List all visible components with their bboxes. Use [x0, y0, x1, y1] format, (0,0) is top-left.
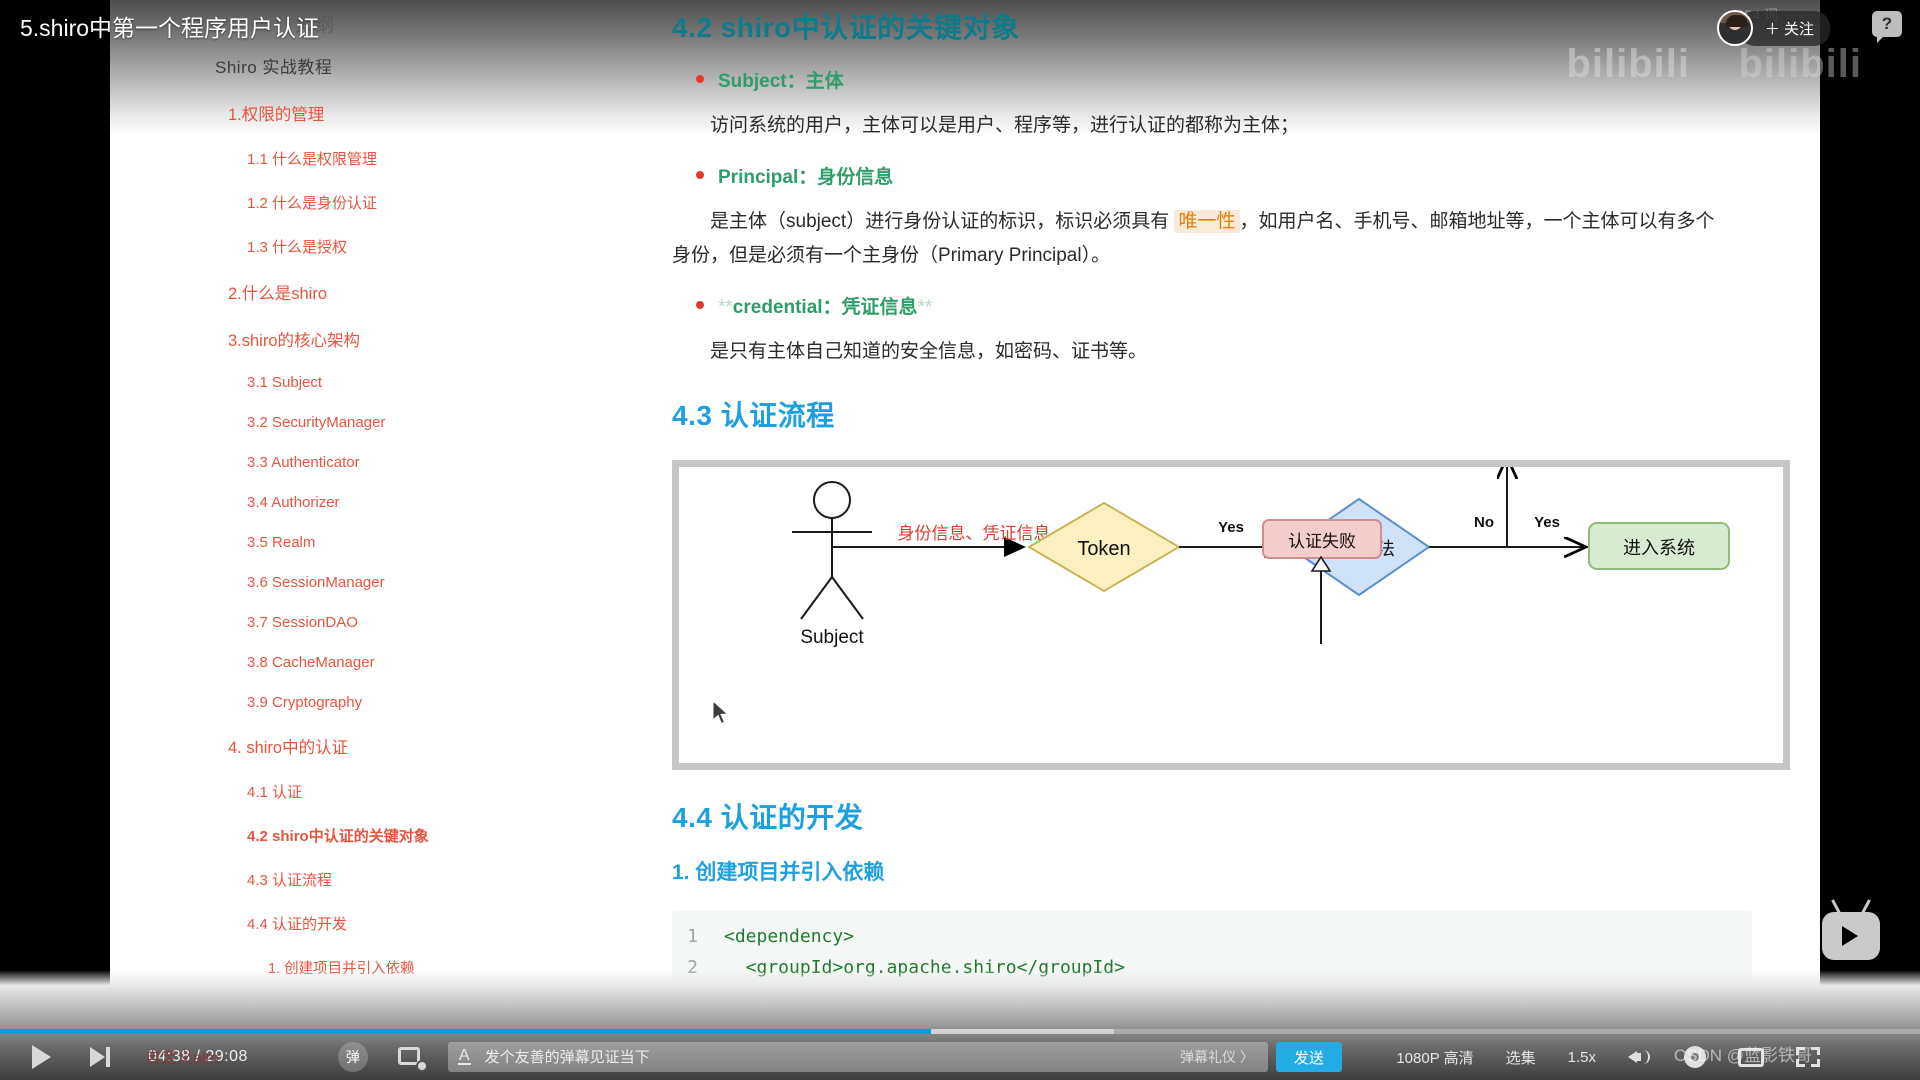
heading-4-2: 4.2 shiro中认证的关键对象: [672, 12, 1020, 43]
outline-item-4[interactable]: 2.什么是shiro: [228, 280, 430, 304]
fail-arrow-outline: [1310, 556, 1332, 572]
outline-item-15[interactable]: 4. shiro中的认证: [228, 734, 430, 758]
outline-item-5[interactable]: 3.shiro的核心架构: [228, 327, 430, 351]
outline-item-0[interactable]: 1.权限的管理: [228, 101, 430, 125]
avatar[interactable]: [1716, 10, 1753, 46]
heading-4-4: 4.4 认证的开发: [672, 802, 864, 833]
outline-doc-title: Shiro 实战教程: [215, 58, 333, 77]
outline-item-3[interactable]: 1.3 什么是授权: [247, 236, 430, 257]
controls-right-group: 1080P 高清 选集 1.5x: [1364, 1046, 1920, 1068]
outline-item-16[interactable]: 4.1 认证: [247, 781, 430, 802]
danmaku-etiquette-link[interactable]: 弹幕礼仪 〉: [1180, 1047, 1254, 1067]
bilibili-watermark-text-2: bilibili: [1738, 42, 1862, 86]
outline-item-2[interactable]: 1.2 什么是身份认证: [247, 192, 430, 213]
code-line: 3 <artifactId>shiro-core</artifactId>: [672, 984, 1752, 1015]
edge-label-credentials: 身份信息、凭证信息: [898, 524, 1051, 543]
quality-selector[interactable]: 1080P 高清: [1396, 1047, 1473, 1068]
bullet-credential: **credential：凭证信息**: [696, 292, 1780, 319]
danmaku-toggle[interactable]: 弹: [337, 1042, 368, 1072]
outline-item-11[interactable]: 3.6 SessionManager: [247, 574, 430, 591]
outline-item-7[interactable]: 3.2 SecurityManager: [247, 414, 430, 431]
play-button[interactable]: [18, 1034, 64, 1080]
highlight-unique: 唯一性: [1174, 210, 1240, 234]
danmaku-input-wrap[interactable]: A 弹幕礼仪 〉: [447, 1042, 1268, 1072]
danmaku-input[interactable]: [484, 1048, 1181, 1066]
bilibili-watermark-2: bilibili: [1738, 42, 1862, 87]
font-style-icon[interactable]: A: [457, 1048, 471, 1065]
outline-item-9[interactable]: 3.4 Authorizer: [247, 494, 430, 511]
node-fail-box: 认证失败: [1262, 519, 1382, 559]
bilibili-tv-icon: [1822, 912, 1880, 960]
volume-icon[interactable]: [1628, 1046, 1652, 1068]
next-episode-button[interactable]: [80, 1034, 120, 1080]
code-line-number: 1: [687, 926, 698, 947]
paragraph-principal-part1: 是主体（subject）进行身份认证的标识，标识必须具有: [710, 211, 1175, 233]
mouse-cursor: [712, 700, 729, 725]
bullet-stars-before-2: **: [718, 296, 733, 318]
node-subject-label: Subject: [800, 627, 864, 648]
edge-label-yes-2: Yes: [1534, 514, 1560, 531]
paragraph-subject: 访问系统的用户，主体可以是用户、程序等，进行认证的都称为主体；: [710, 115, 1300, 136]
player-controls: 04:38 / 29:08 弹 A 弹幕礼仪 〉 发送 1080P 高清 选集 …: [0, 1034, 1920, 1080]
node-token: Token: [1027, 501, 1181, 593]
outline-item-21[interactable]: 2. 引入shiro配置文件并加入如下配置: [268, 1001, 504, 1022]
outline-item-12[interactable]: 3.7 SessionDAO: [247, 614, 430, 631]
node-subject: Subject: [792, 481, 872, 648]
code-line-text: <groupId>org.apache.shiro</groupId>: [724, 956, 1125, 978]
node-token-label: Token: [1077, 538, 1130, 560]
danmaku-send-button[interactable]: 发送: [1275, 1042, 1342, 1072]
paragraph-principal: 是主体（subject）进行身份认证的标识，标识必须具有 唯一性 ，如用户名、手机…: [672, 205, 1732, 272]
burned-in-text: 自定义alm: [145, 1050, 219, 1067]
danmaku-style-icon[interactable]: [397, 1045, 428, 1072]
bullet-label-2: credential：凭证信息: [732, 296, 918, 318]
slide-title: 5.shiro中第一个程序用户认证: [20, 15, 320, 41]
outline-list[interactable]: 1.权限的管理 1.1 什么是权限管理 1.2 什么是身份认证 1.3 什么是授权 2.…: [110, 101, 504, 1066]
help-icon[interactable]: ?: [1872, 11, 1902, 43]
bullet-label-0: Subject：主体: [718, 71, 844, 92]
bullet-principal: Principal：身份信息: [696, 162, 1780, 189]
node-enter: 进入系统: [1588, 522, 1730, 570]
edge-label-yes-1: Yes: [1218, 519, 1244, 536]
code-line: 2 <groupId>org.apache.shiro</groupId>: [672, 953, 1752, 984]
outline-sidebar[interactable]: 大纲 Shiro 实战教程 1.权限的管理 1.1 什么是权限管理 1.2 什么是身…: [110, 0, 504, 1080]
play-icon: [31, 1045, 51, 1069]
bullet-stars-after-2: **: [917, 296, 933, 318]
code-line-number: 2: [687, 956, 698, 978]
outline-item-17[interactable]: 4.2 shiro中认证的关键对象: [247, 825, 430, 846]
edge-label-no: No: [1474, 514, 1494, 531]
outline-item-20[interactable]: 1. 创建项目并引入依赖: [268, 957, 430, 978]
code-line: 1 <dependency>: [672, 922, 1752, 953]
heading-4-4-1: 1. 创建项目并引入依赖: [672, 861, 885, 884]
node-enter-label: 进入系统: [1623, 538, 1695, 558]
episodes-button[interactable]: 选集: [1506, 1047, 1536, 1068]
heading-4-3: 4.3 认证流程: [672, 400, 835, 431]
outline-item-19[interactable]: 4.4 认证的开发: [247, 913, 430, 934]
playback-speed-button[interactable]: 1.5x: [1568, 1049, 1596, 1066]
code-line-text: <artifactId>shiro-core</artifactId>: [724, 987, 1125, 1009]
csdn-watermark: CSDN @蓝影铁哥: [1673, 1046, 1812, 1065]
outline-item-10[interactable]: 3.5 Realm: [247, 534, 430, 551]
video-player-stage: 大纲 Shiro 实战教程 1.权限的管理 1.1 什么是权限管理 1.2 什么是身…: [0, 0, 1920, 1080]
uploader-follow-group[interactable]: ＋ 关注: [1716, 10, 1830, 46]
bullet-label-1: Principal：身份信息: [718, 167, 894, 189]
auth-flow-diagram: Subject 身份信息、凭证信息 Token Yes No Yes 进入系统: [672, 460, 1790, 770]
left-letterbox: [0, 0, 110, 1080]
document-content: 4.2 shiro中认证的关键对象 Subject：主体 访问系统的用户，主体可…: [540, 0, 1800, 1080]
bilibili-watermark-1: bilibili: [1566, 42, 1690, 87]
outline-item-14[interactable]: 3.9 Cryptography: [247, 694, 430, 711]
node-fail-label: 认证失败: [1288, 531, 1356, 551]
code-line-number: 3: [687, 987, 698, 1009]
paragraph-credential: 是只有主体自己知道的安全信息，如密码、证书等。: [710, 340, 1148, 362]
outline-item-18[interactable]: 4.3 认证流程: [247, 869, 430, 890]
outline-item-1[interactable]: 1.1 什么是权限管理: [247, 148, 430, 169]
video-frame[interactable]: 大纲 Shiro 实战教程 1.权限的管理 1.1 什么是权限管理 1.2 什么是身…: [0, 0, 1920, 1080]
code-line-text: <dependency>: [724, 926, 855, 947]
outline-item-8[interactable]: 3.3 Authenticator: [247, 454, 430, 471]
outline-item-13[interactable]: 3.8 CacheManager: [247, 654, 430, 671]
next-icon: [90, 1047, 105, 1067]
outline-item-6[interactable]: 3.1 Subject: [247, 374, 430, 391]
bilibili-watermark-text-1: bilibili: [1566, 42, 1690, 86]
auth-flow-svg: Subject 身份信息、凭证信息 Token Yes No Yes 进入系统: [792, 467, 1730, 648]
slide-page: 大纲 Shiro 实战教程 1.权限的管理 1.1 什么是权限管理 1.2 什么是身…: [110, 0, 1820, 1080]
